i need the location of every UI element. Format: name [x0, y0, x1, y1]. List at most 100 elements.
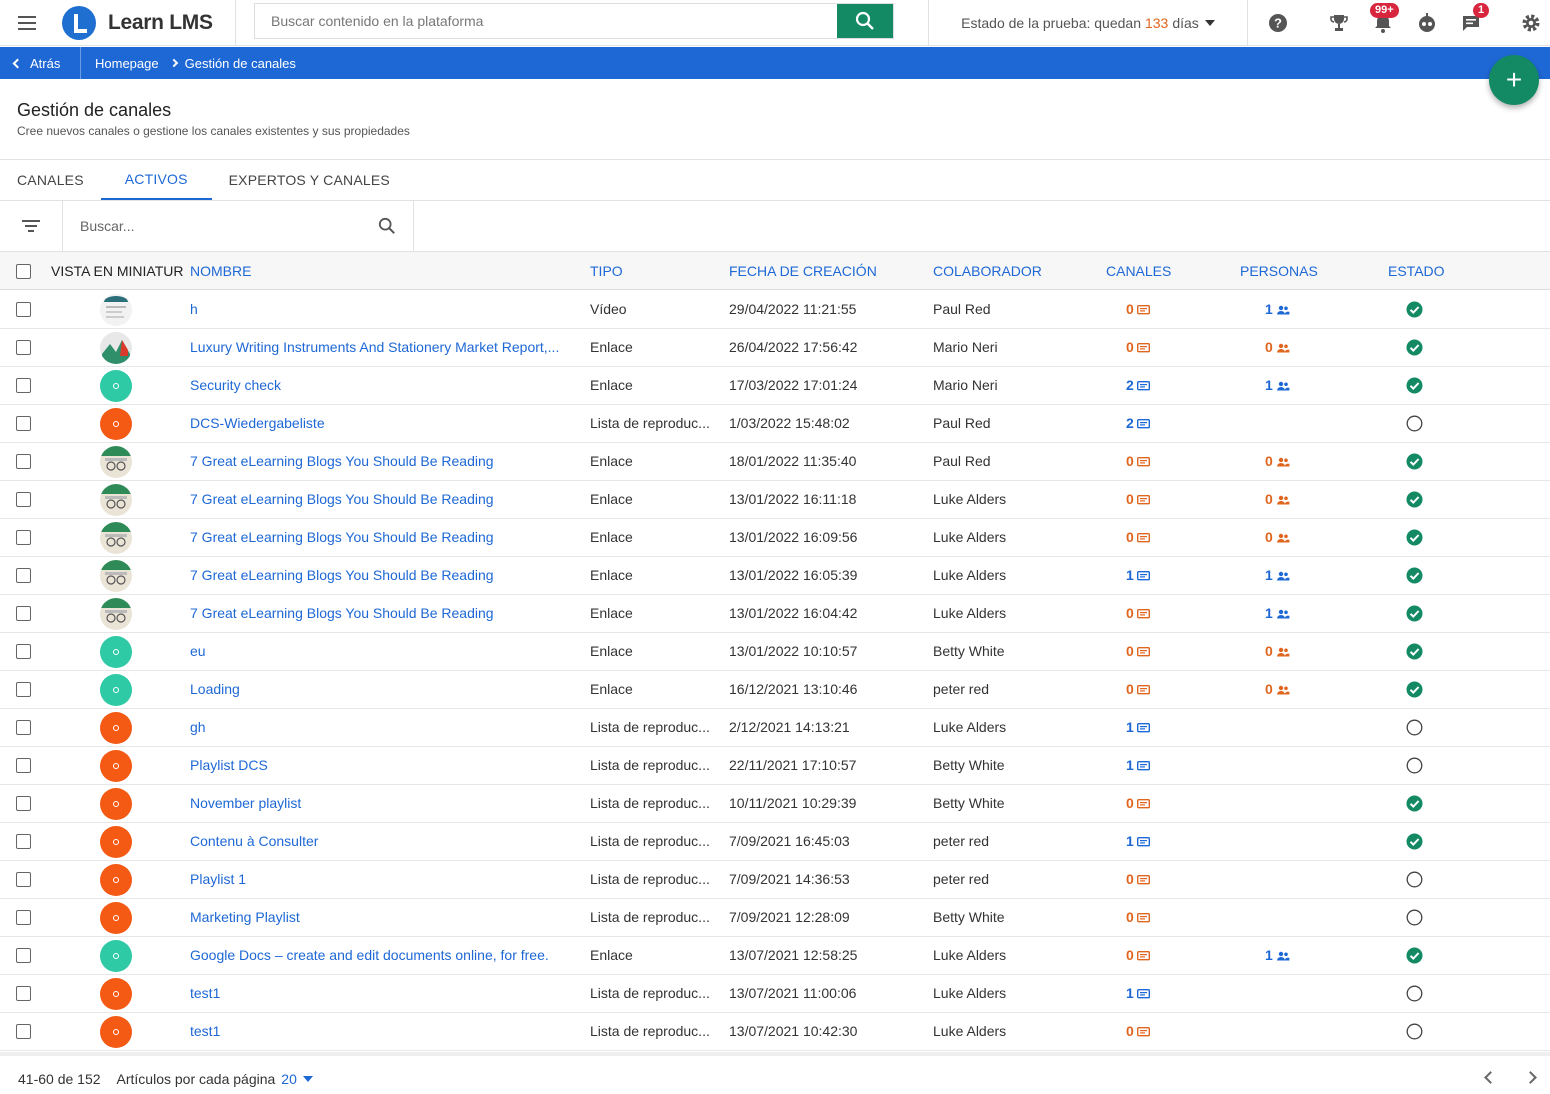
people-count[interactable]: 0	[1265, 481, 1305, 518]
asset-name-link[interactable]: h	[190, 291, 582, 328]
row-checkbox[interactable]	[16, 758, 31, 773]
table-row[interactable]: 7 Great eLearning Blogs You Should Be Re…	[0, 557, 1550, 595]
grid-search-input[interactable]	[64, 218, 354, 234]
filter-button[interactable]	[0, 201, 63, 251]
next-page-icon[interactable]	[1524, 1071, 1537, 1084]
column-header-state[interactable]: ESTADO	[1388, 252, 1445, 290]
asset-name-link[interactable]: 7 Great eLearning Blogs You Should Be Re…	[190, 595, 582, 632]
channels-count[interactable]: 0	[1126, 481, 1166, 518]
channels-count[interactable]: 0	[1126, 671, 1166, 708]
channels-count[interactable]: 0	[1126, 899, 1166, 936]
prev-page-icon[interactable]	[1484, 1071, 1497, 1084]
asset-name-link[interactable]: 7 Great eLearning Blogs You Should Be Re…	[190, 519, 582, 556]
column-header-collaborator[interactable]: COLABORADOR	[933, 252, 1042, 290]
channels-count[interactable]: 0	[1126, 633, 1166, 670]
trophy-icon[interactable]	[1327, 11, 1351, 35]
people-count[interactable]: 0	[1265, 443, 1305, 480]
channels-count[interactable]: 0	[1126, 595, 1166, 632]
row-checkbox[interactable]	[16, 986, 31, 1001]
row-checkbox[interactable]	[16, 340, 31, 355]
row-checkbox[interactable]	[16, 1024, 31, 1039]
people-count[interactable]: 0	[1265, 633, 1305, 670]
table-row[interactable]: Playlist 1 Lista de reproduc... 7/09/2021 …	[0, 861, 1550, 899]
table-row[interactable]: Marketing Playlist Lista de reproduc... 7/…	[0, 899, 1550, 937]
column-header-name[interactable]: NOMBRE	[190, 252, 251, 290]
row-checkbox[interactable]	[16, 910, 31, 925]
app-logo[interactable]: Learn LMS	[54, 0, 236, 46]
add-channel-button[interactable]: +	[1489, 55, 1539, 105]
table-row[interactable]: gh Lista de reproduc... 2/12/2021 14:13:21…	[0, 709, 1550, 747]
row-checkbox[interactable]	[16, 682, 31, 697]
column-header-date[interactable]: FECHA DE CREACIÓN	[729, 252, 877, 290]
search-icon[interactable]	[378, 217, 396, 235]
channels-count[interactable]: 2	[1126, 367, 1166, 404]
people-count[interactable]: 1	[1265, 557, 1305, 594]
people-count[interactable]: 0	[1265, 519, 1305, 556]
channels-count[interactable]: 2	[1126, 405, 1166, 442]
assistant-icon[interactable]	[1415, 11, 1439, 35]
table-row[interactable]: DCS-Wiedergabeliste Lista de reproduc... 1…	[0, 405, 1550, 443]
per-page-select[interactable]: 20	[281, 1071, 297, 1087]
asset-name-link[interactable]: 7 Great eLearning Blogs You Should Be Re…	[190, 557, 582, 594]
help-icon[interactable]: ?	[1266, 11, 1290, 35]
table-row[interactable]: test1 Lista de reproduc... 13/07/2021 10:4…	[0, 1013, 1550, 1051]
trial-status[interactable]: Estado de la prueba: quedan 133 días	[928, 0, 1248, 46]
table-row[interactable]: test1 Lista de reproduc... 13/07/2021 11:0…	[0, 975, 1550, 1013]
table-row[interactable]: eu Enlace 13/01/2022 10:10:57 Betty White 0 0	[0, 633, 1550, 671]
table-row[interactable]: 7 Great eLearning Blogs You Should Be Re…	[0, 481, 1550, 519]
table-row[interactable]: Contenu à Consulter Lista de reproduc... 7…	[0, 823, 1550, 861]
channels-count[interactable]: 0	[1126, 937, 1166, 974]
asset-name-link[interactable]: Playlist DCS	[190, 747, 582, 784]
global-search-input[interactable]	[255, 4, 837, 38]
channels-count[interactable]: 1	[1126, 557, 1166, 594]
tab-channels[interactable]: CANALES	[0, 160, 101, 200]
row-checkbox[interactable]	[16, 416, 31, 431]
table-row[interactable]: Google Docs – create and edit documents …	[0, 937, 1550, 975]
search-button[interactable]	[837, 4, 893, 38]
notifications-bell-icon[interactable]: 99+	[1370, 3, 1399, 35]
tab-assets[interactable]: ACTIVOS	[100, 160, 212, 200]
asset-name-link[interactable]: Playlist 1	[190, 861, 582, 898]
asset-name-link[interactable]: test1	[190, 975, 582, 1012]
table-row[interactable]: Loading Enlace 16/12/2021 13:10:46 peter re…	[0, 671, 1550, 709]
row-checkbox[interactable]	[16, 834, 31, 849]
asset-name-link[interactable]: test1	[190, 1013, 582, 1050]
tab-experts-channels[interactable]: EXPERTOS Y CANALES	[212, 160, 407, 200]
row-checkbox[interactable]	[16, 720, 31, 735]
row-checkbox[interactable]	[16, 454, 31, 469]
chevron-down-icon[interactable]	[302, 1076, 313, 1082]
breadcrumb-home[interactable]: Homepage	[95, 56, 159, 71]
column-header-channels[interactable]: CANALES	[1106, 252, 1171, 290]
row-checkbox[interactable]	[16, 492, 31, 507]
back-button[interactable]: Atrás	[0, 47, 81, 79]
messages-icon[interactable]: 1	[1459, 3, 1490, 35]
people-count[interactable]: 1	[1265, 595, 1305, 632]
channels-count[interactable]: 1	[1126, 709, 1166, 746]
row-checkbox[interactable]	[16, 644, 31, 659]
row-checkbox[interactable]	[16, 606, 31, 621]
people-count[interactable]: 0	[1265, 671, 1305, 708]
row-checkbox[interactable]	[16, 302, 31, 317]
select-all-checkbox[interactable]	[16, 264, 31, 279]
column-header-type[interactable]: TIPO	[590, 252, 623, 290]
channels-count[interactable]: 0	[1126, 443, 1166, 480]
channels-count[interactable]: 0	[1126, 785, 1166, 822]
row-checkbox[interactable]	[16, 378, 31, 393]
row-checkbox[interactable]	[16, 530, 31, 545]
asset-name-link[interactable]: Google Docs – create and edit documents …	[190, 937, 582, 974]
channels-count[interactable]: 0	[1126, 861, 1166, 898]
channels-count[interactable]: 1	[1126, 823, 1166, 860]
channels-count[interactable]: 0	[1126, 329, 1166, 366]
asset-name-link[interactable]: DCS-Wiedergabeliste	[190, 405, 582, 442]
asset-name-link[interactable]: Luxury Writing Instruments And Stationer…	[190, 329, 582, 366]
asset-name-link[interactable]: November playlist	[190, 785, 582, 822]
table-row[interactable]: 7 Great eLearning Blogs You Should Be Re…	[0, 595, 1550, 633]
people-count[interactable]: 1	[1265, 291, 1305, 328]
asset-name-link[interactable]: Marketing Playlist	[190, 899, 582, 936]
channels-count[interactable]: 1	[1126, 747, 1166, 784]
table-row[interactable]: Playlist DCS Lista de reproduc... 22/11/20…	[0, 747, 1550, 785]
channels-count[interactable]: 0	[1126, 1013, 1166, 1050]
row-checkbox[interactable]	[16, 796, 31, 811]
channels-count[interactable]: 0	[1126, 519, 1166, 556]
menu-icon[interactable]	[0, 0, 54, 46]
